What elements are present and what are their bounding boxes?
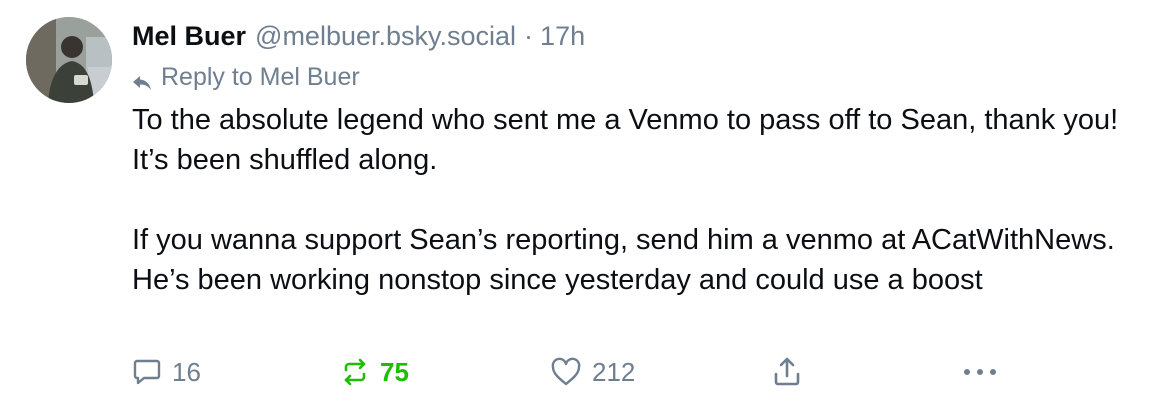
- repost-arrows-icon: [340, 357, 370, 387]
- post-content: Mel Buer @melbuer.bsky.social · 17h Repl…: [132, 18, 1152, 300]
- post-body-paragraph: If you wanna support Sean’s reporting, s…: [132, 224, 1115, 296]
- ellipsis-icon: [962, 367, 998, 377]
- post: Mel Buer @melbuer.bsky.social · 17h Repl…: [0, 0, 1172, 412]
- author-display-name[interactable]: Mel Buer: [132, 18, 246, 54]
- author-handle[interactable]: @melbuer.bsky.social: [255, 18, 516, 54]
- post-body: To the absolute legend who sent me a Ven…: [132, 100, 1152, 300]
- post-body-paragraph: To the absolute legend who sent me a Ven…: [132, 104, 1119, 176]
- user-avatar-photo-icon: [26, 17, 112, 103]
- share-button[interactable]: [772, 352, 802, 392]
- like-button[interactable]: 212: [550, 352, 635, 392]
- reply-count: 16: [172, 356, 201, 387]
- repost-button[interactable]: 75: [340, 352, 409, 392]
- post-timestamp[interactable]: 17h: [540, 18, 585, 54]
- heart-icon: [550, 357, 582, 387]
- reply-arrow-icon: [132, 68, 152, 90]
- reply-to-text: Reply to Mel Buer: [161, 63, 360, 91]
- share-upload-icon: [772, 356, 802, 388]
- post-actions: 16 75 212: [132, 352, 1152, 392]
- comment-bubble-icon: [132, 357, 162, 387]
- header-separator: ·: [524, 21, 534, 51]
- reply-button[interactable]: 16: [132, 352, 201, 392]
- repost-count: 75: [380, 356, 409, 387]
- avatar[interactable]: [26, 17, 112, 103]
- like-count: 212: [592, 356, 636, 387]
- reply-to-indicator[interactable]: Reply to Mel Buer: [132, 61, 1152, 93]
- more-options-button[interactable]: [962, 352, 998, 392]
- post-header: Mel Buer @melbuer.bsky.social · 17h: [132, 18, 1152, 54]
